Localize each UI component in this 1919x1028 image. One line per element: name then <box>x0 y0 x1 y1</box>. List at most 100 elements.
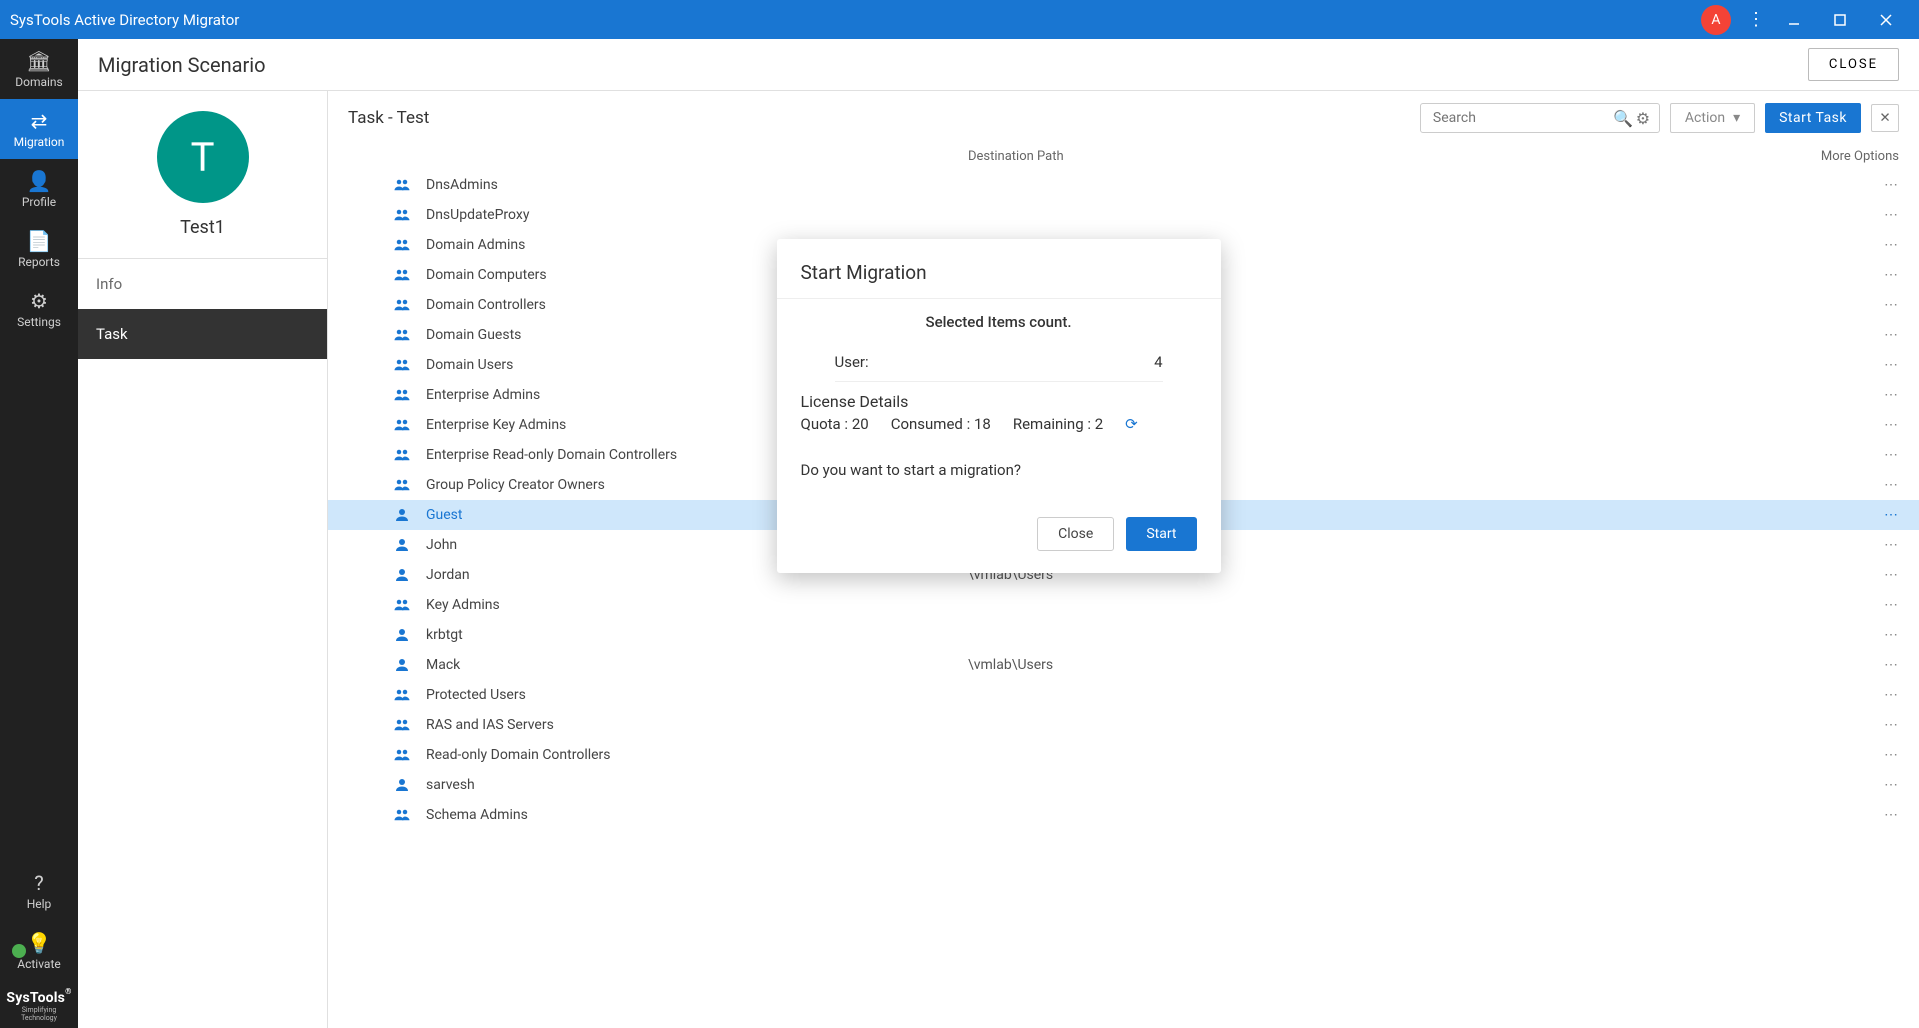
maximize-button[interactable] <box>1817 0 1863 39</box>
row-name: Mack <box>426 657 460 673</box>
sidebar-item-profile[interactable]: 👤 Profile <box>0 159 78 219</box>
col-dest: Destination Path <box>968 149 1779 164</box>
close-scenario-button[interactable]: CLOSE <box>1808 48 1899 81</box>
row-more-button[interactable]: ⋯ <box>1884 687 1899 703</box>
search-box[interactable]: 🔍 ⚙ <box>1420 103 1660 133</box>
row-more-button[interactable]: ⋯ <box>1884 417 1899 433</box>
user-icon <box>392 776 412 794</box>
row-more-button[interactable]: ⋯ <box>1884 507 1899 523</box>
group-icon <box>392 596 412 614</box>
table-row[interactable]: Mack \vmlab\Users ⋯ <box>328 650 1919 680</box>
table-row[interactable]: Key Admins⋯ <box>328 590 1919 620</box>
user-count: 4 <box>1154 353 1162 371</box>
sidebar-item-settings[interactable]: ⚙ Settings <box>0 279 78 339</box>
refresh-icon[interactable]: ⟳ <box>1125 415 1138 433</box>
search-settings-icon[interactable]: ⚙ <box>1633 109 1653 128</box>
user-avatar[interactable]: A <box>1701 5 1731 35</box>
modal-start-button[interactable]: Start <box>1126 517 1196 551</box>
sidebar-item-migration[interactable]: ⇄ Migration <box>0 99 78 159</box>
row-name: Domain Computers <box>426 267 547 283</box>
start-task-button[interactable]: Start Task <box>1765 103 1861 133</box>
profile-icon: 👤 <box>27 169 52 193</box>
selected-count-label: Selected Items count. <box>801 313 1197 331</box>
row-name: Domain Guests <box>426 327 521 343</box>
row-more-button[interactable]: ⋯ <box>1884 717 1899 733</box>
row-name: Schema Admins <box>426 807 528 823</box>
user-icon <box>392 626 412 644</box>
row-more-button[interactable]: ⋯ <box>1884 477 1899 493</box>
row-name: Read-only Domain Controllers <box>426 747 611 763</box>
table-row[interactable]: Protected Users ⋯ <box>328 680 1919 710</box>
chevron-down-icon: ▾ <box>1733 110 1740 126</box>
row-more-button[interactable]: ⋯ <box>1884 387 1899 403</box>
group-icon <box>392 266 412 284</box>
row-more-button[interactable]: ⋯ <box>1884 777 1899 793</box>
settings-icon: ⚙ <box>30 289 48 313</box>
row-name: Guest <box>426 507 462 523</box>
row-more-button[interactable]: ⋯ <box>1884 177 1899 193</box>
row-name: Jordan <box>426 567 470 583</box>
row-more-button[interactable]: ⋯ <box>1884 747 1899 763</box>
scenario-panel: T Test1 Info Task <box>78 91 328 1028</box>
tab-task[interactable]: Task <box>78 309 327 359</box>
modal-close-button[interactable]: Close <box>1037 517 1114 551</box>
row-more-button[interactable]: ⋯ <box>1884 357 1899 373</box>
row-name: Domain Controllers <box>426 297 546 313</box>
row-more-button[interactable]: ⋯ <box>1884 327 1899 343</box>
row-name: Protected Users <box>426 687 526 703</box>
action-dropdown[interactable]: Action ▾ <box>1670 103 1755 133</box>
page-header: Migration Scenario CLOSE <box>78 39 1919 91</box>
table-row[interactable]: Read-only Domain Controllers ⋯ <box>328 740 1919 770</box>
table-row[interactable]: sarvesh⋯ <box>328 770 1919 800</box>
sidebar-label: Reports <box>18 255 60 269</box>
group-icon <box>392 386 412 404</box>
sidebar-item-activate[interactable]: 💡 Activate <box>0 921 78 981</box>
group-icon <box>392 326 412 344</box>
migration-icon: ⇄ <box>31 109 48 133</box>
row-more-button[interactable]: ⋯ <box>1884 267 1899 283</box>
sidebar-label: Settings <box>17 315 61 329</box>
row-more-button[interactable]: ⋯ <box>1884 567 1899 583</box>
search-icon[interactable]: 🔍 <box>1613 109 1633 128</box>
row-name: Enterprise Read-only Domain Controllers <box>426 447 677 463</box>
modal-title: Start Migration <box>777 239 1221 299</box>
group-icon <box>392 806 412 824</box>
close-task-button[interactable]: ✕ <box>1871 104 1899 132</box>
kebab-menu-icon[interactable]: ⋮ <box>1741 9 1771 30</box>
row-more-button[interactable]: ⋯ <box>1884 657 1899 673</box>
search-input[interactable] <box>1433 110 1613 126</box>
user-icon <box>392 536 412 554</box>
task-title: Task - Test <box>348 108 429 128</box>
task-toolbar: Task - Test 🔍 ⚙ Action ▾ Start Task ✕ <box>328 91 1919 145</box>
row-more-button[interactable]: ⋯ <box>1884 597 1899 613</box>
group-icon <box>392 206 412 224</box>
row-name: Domain Admins <box>426 237 525 253</box>
consumed: Consumed : 18 <box>891 415 991 433</box>
row-more-button[interactable]: ⋯ <box>1884 537 1899 553</box>
page-title: Migration Scenario <box>98 53 266 77</box>
sidebar-item-help[interactable]: ? Help <box>0 861 78 921</box>
reports-icon: 📄 <box>27 229 52 253</box>
row-more-button[interactable]: ⋯ <box>1884 447 1899 463</box>
sidebar-item-reports[interactable]: 📄 Reports <box>0 219 78 279</box>
table-row[interactable]: DnsUpdateProxy⋯ <box>328 200 1919 230</box>
activate-icon: 💡 <box>27 931 52 955</box>
table-row[interactable]: Schema Admins ⋯ <box>328 800 1919 830</box>
close-window-button[interactable] <box>1863 0 1909 39</box>
sidebar-label: Activate <box>17 957 61 971</box>
table-row[interactable]: RAS and IAS Servers⋯ <box>328 710 1919 740</box>
logo-tagline: Simplifying Technology <box>4 1006 74 1022</box>
group-icon <box>392 416 412 434</box>
table-row[interactable]: krbtgt⋯ <box>328 620 1919 650</box>
table-row[interactable]: DnsAdmins⋯ <box>328 170 1919 200</box>
minimize-button[interactable] <box>1771 0 1817 39</box>
row-more-button[interactable]: ⋯ <box>1884 627 1899 643</box>
row-more-button[interactable]: ⋯ <box>1884 237 1899 253</box>
row-more-button[interactable]: ⋯ <box>1884 807 1899 823</box>
group-icon <box>392 176 412 194</box>
row-more-button[interactable]: ⋯ <box>1884 207 1899 223</box>
sidebar-item-domains[interactable]: 🏛 Domains <box>0 39 78 99</box>
row-more-button[interactable]: ⋯ <box>1884 297 1899 313</box>
row-dest: \vmlab\Users <box>968 657 1779 673</box>
tab-info[interactable]: Info <box>78 259 327 309</box>
